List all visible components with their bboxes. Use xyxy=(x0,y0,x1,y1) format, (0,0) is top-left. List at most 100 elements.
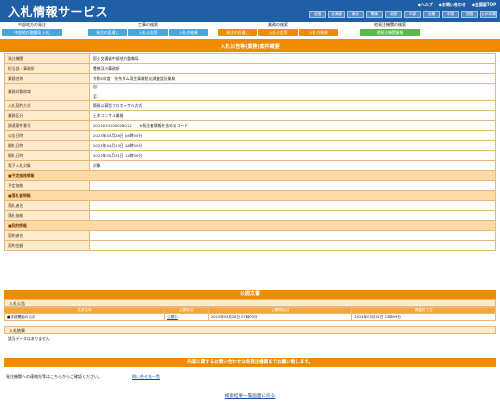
detail-label: 電子入札対象 xyxy=(4,160,90,171)
detail-row: 契約者名 xyxy=(4,230,496,241)
results-subheader: 入札結果 xyxy=(4,326,496,334)
region-tab[interactable]: 北海道 xyxy=(328,11,345,18)
detail-value: 2023年04月13日 16時00分 xyxy=(89,140,496,151)
nav-group-title: 中部地方の発注 xyxy=(18,22,46,27)
region-tab[interactable]: 北陸 xyxy=(385,11,402,18)
section-header: ■落札者情報 xyxy=(4,190,496,201)
detail-value xyxy=(89,200,496,211)
inquiry-text: 発注機関への連絡先等はこちらからご確認ください。 xyxy=(6,374,102,379)
detail-row: 業務区分 土木コンサル業務 xyxy=(4,110,496,121)
detail-row: 入札契約方式 簡易公募型プロポーザル方式 xyxy=(4,100,496,111)
detail-value: 2023年05月31日 14時00分 xyxy=(89,150,496,161)
top-link[interactable]: ◆お問い合わせ xyxy=(439,2,466,8)
site-title: 入札情報サービス xyxy=(8,5,109,19)
public-documents-title: 公開文書 xyxy=(4,290,496,299)
search-navigation: 中部地方の発注 中部地方整備局 入札 工事の検索 発注の見通し 入札公告等 入札の結果 業務… xyxy=(0,22,500,39)
nav-group: 業務の検索発注の見通し 入札公告等 入札の結果 xyxy=(218,22,338,36)
detail-label: 落札価格 xyxy=(4,210,90,221)
region-tab[interactable]: 東北 xyxy=(347,11,364,18)
section-header: ■予定価格情報 xyxy=(4,170,496,181)
top-links: ◆ヘルプ ◆お問い合わせ ◆全国版TOP xyxy=(418,2,496,8)
detail-value xyxy=(89,240,496,251)
detail-value xyxy=(89,210,496,221)
detail-value: 土木コンサル業務 xyxy=(89,110,496,121)
nav-button[interactable]: 入札公告等 xyxy=(128,29,168,36)
nav-group-title: 工事の検索 xyxy=(138,22,158,27)
page-title-band: 入札公告等(業務)案件概要 xyxy=(0,39,500,52)
top-link[interactable]: ◆全国版TOP xyxy=(472,2,496,8)
region-tab[interactable]: 中国 xyxy=(442,11,459,18)
page-title: 入札公告等(業務)案件概要 xyxy=(220,44,280,50)
nav-group-buttons: 発注の見通し 入札公告等 入札の結果 xyxy=(218,29,338,36)
inquiry-band: 内容に関するお問い合わせは各発注機関までお願い致します。 xyxy=(4,358,496,367)
detail-value: 国土交通省中部地方整備局 xyxy=(89,53,496,64)
detail-value: 豊橋河川事務所 xyxy=(89,63,496,74)
nav-group-title: 業務の検索 xyxy=(268,22,288,27)
detail-label: 発注機関 xyxy=(4,53,90,64)
region-tab[interactable]: 関東 xyxy=(366,11,383,18)
no-data-message: 該当データはありません xyxy=(8,336,50,341)
detail-value-line: 至： xyxy=(93,94,101,99)
section-header: ■契約情報 xyxy=(4,220,496,231)
detail-value: 2023年03月28日 08時00分 xyxy=(89,130,496,141)
region-tab[interactable]: 近畿 xyxy=(423,11,440,18)
region-tab[interactable]: 四国 xyxy=(461,11,478,18)
detail-row: ■契約情報 xyxy=(4,220,496,231)
detail-row: 担当部・事務所 豊橋河川事務所 xyxy=(4,63,496,74)
detail-value: 対象 xyxy=(89,160,496,171)
nav-group-buttons: 他発注機関情報 xyxy=(360,29,420,36)
region-tab[interactable]: 全国 xyxy=(309,11,326,18)
detail-row: 公告日時 2023年03月28日 08時00分 xyxy=(4,130,496,141)
detail-row: 落札者名 xyxy=(4,200,496,211)
detail-label: 開札日時 xyxy=(4,140,90,151)
nav-group-title: 他発注機関の検索 xyxy=(374,22,406,27)
detail-label: 落札者名 xyxy=(4,200,90,211)
detail-row: 発注機関 国土交通省中部地方整備局 xyxy=(4,53,496,64)
nav-button[interactable]: 入札公告等 xyxy=(258,29,298,36)
detail-label: 公告日時 xyxy=(4,130,90,141)
detail-row: 開札日時 2023年05月31日 14時00分 xyxy=(4,150,496,161)
nav-button[interactable]: 入札の結果 xyxy=(168,29,208,36)
header-bar: 入札情報サービス ◆ヘルプ ◆お問い合わせ ◆全国版TOP 全国 北海道 東北 関東 北陸中… xyxy=(0,0,500,22)
region-tab[interactable]: 九州沖縄 xyxy=(480,11,497,18)
detail-row: 調達案件番号 2023033100028012 ※発注者情報を含めるコード xyxy=(4,120,496,131)
detail-value-line: 自： xyxy=(93,84,101,89)
nav-group-buttons: 中部地方整備局 入札 xyxy=(2,29,62,36)
detail-label: 契約者名 xyxy=(4,230,90,241)
detail-label: 調達案件番号 xyxy=(4,120,90,131)
nav-group: 他発注機関の検索他発注機関情報 xyxy=(360,22,420,36)
detail-row: ■予定価格情報 xyxy=(4,170,496,181)
nav-button[interactable]: 他発注機関情報 xyxy=(360,29,420,36)
detail-row: 業務名称 令和5年度 矢作ダム再生事業防災調査設計業務 xyxy=(4,73,496,84)
detail-label: 予定価格 xyxy=(4,180,90,191)
public-notice-subheader: 入札公告 xyxy=(4,299,496,307)
table-cell: 2023年03月28日 07時00分 xyxy=(207,313,353,321)
detail-value xyxy=(89,180,496,191)
nav-button[interactable]: 中部地方整備局 入札 xyxy=(2,29,62,36)
nav-group: 工事の検索発注の見通し 入札公告等 入札の結果 xyxy=(88,22,208,36)
table-cell: ■手続開始の公示 xyxy=(4,313,165,321)
detail-label: 業務対象地域 xyxy=(4,83,90,101)
inquiry-row: 発注機関への連絡先等はこちらからご確認ください。 問い合せ先一覧 xyxy=(4,372,496,382)
detail-row: 契約金額 xyxy=(4,240,496,251)
detail-label: 担当部・事務所 xyxy=(4,63,90,74)
nav-button[interactable]: 発注の見通し xyxy=(88,29,128,36)
detail-value: 簡易公募型プロポーザル方式 xyxy=(89,100,496,111)
detail-label: 業務名称 xyxy=(4,73,90,84)
top-link[interactable]: ◆ヘルプ xyxy=(418,2,433,8)
region-tabs: 全国 北海道 東北 関東 北陸 中部 近畿 中国 四国 九州沖縄 xyxy=(309,11,497,18)
detail-value: 令和5年度 矢作ダム再生事業防災調査設計業務 xyxy=(89,73,496,84)
detail-label: 業務区分 xyxy=(4,110,90,121)
table-cell: 2024年03月31日 23時59分 xyxy=(351,313,496,321)
region-tab[interactable]: 中部 xyxy=(404,11,421,18)
detail-value: 自： 至： xyxy=(89,83,496,101)
table-row: ■手続開始の公示 公開中 2023年03月28日 07時00分 2024年03月31日… xyxy=(4,313,496,321)
nav-group: 中部地方の発注中部地方整備局 入札 xyxy=(2,22,62,36)
inquiry-contacts-link[interactable]: 問い合せ先一覧 xyxy=(132,374,160,380)
detail-row: 電子入札対象 対象 xyxy=(4,160,496,171)
nav-button[interactable]: 発注の見通し xyxy=(218,29,258,36)
detail-label: 契約金額 xyxy=(4,240,90,251)
status-link[interactable]: 公開中 xyxy=(167,315,178,319)
nav-button[interactable]: 入札の結果 xyxy=(298,29,338,36)
back-to-results-link[interactable]: 検索結果一覧画面に戻る xyxy=(225,394,276,399)
